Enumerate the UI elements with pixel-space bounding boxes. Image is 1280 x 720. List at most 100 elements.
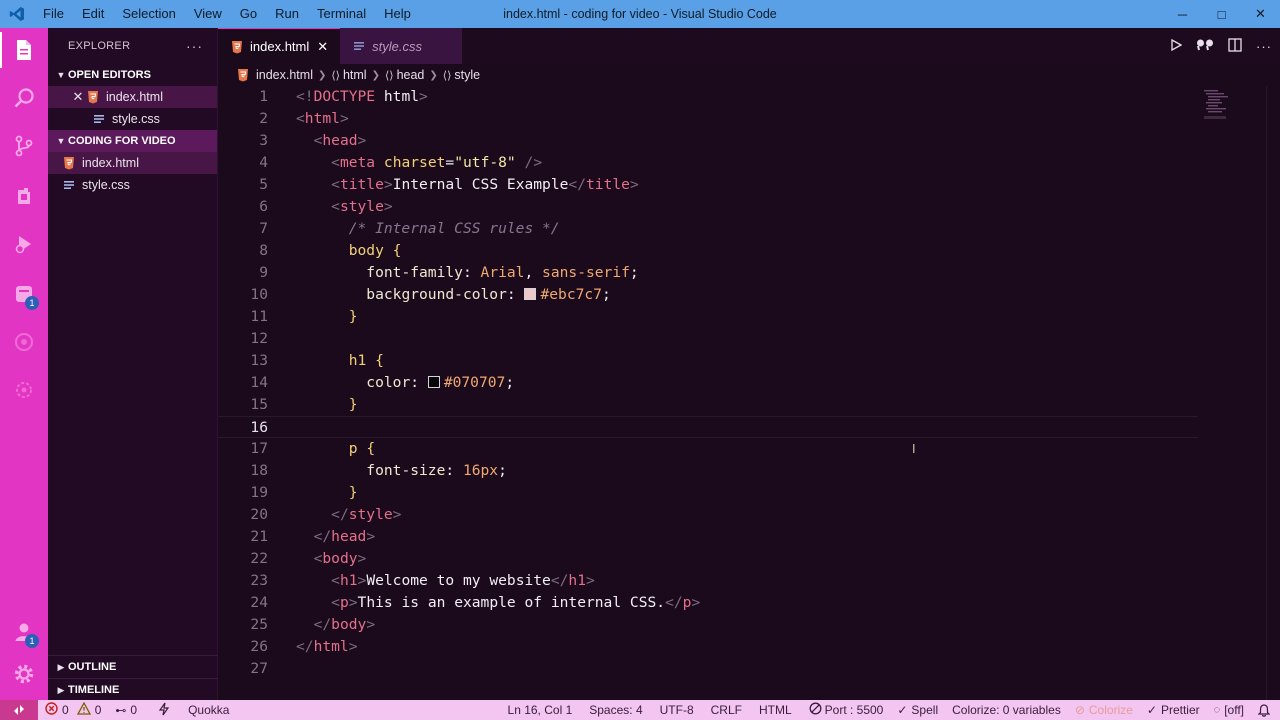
window-controls: ─ □ ✕ [1163, 0, 1280, 28]
code-text: h1 { [348, 352, 384, 369]
gear-icon[interactable] [0, 652, 48, 696]
timeline-section[interactable]: ▶ TIMELINE [48, 678, 218, 701]
code-line[interactable]: 21 </head> [218, 526, 1280, 548]
code-line[interactable]: 19 } [218, 482, 1280, 504]
code-line[interactable]: 25 </body> [218, 614, 1280, 636]
close-icon[interactable]: ✕ [70, 89, 86, 105]
off-label: [off] [1224, 703, 1244, 717]
code-line[interactable]: 12 [218, 328, 1280, 350]
source-control-icon[interactable] [0, 124, 48, 168]
code-line[interactable]: 15 } [218, 394, 1280, 416]
cursor-position[interactable]: Ln 16, Col 1 [501, 700, 580, 720]
open-editor-index-html[interactable]: ✕ index.html [48, 86, 217, 108]
code-line[interactable]: 6 <style> [218, 196, 1280, 218]
prettier-indicator[interactable]: ✓ Prettier [1140, 700, 1207, 720]
code-line[interactable]: 18 font-size: 16px; [218, 460, 1280, 482]
indentation[interactable]: Spaces: 4 [579, 700, 649, 720]
more-actions-icon[interactable]: ··· [1256, 39, 1272, 54]
workspace-section[interactable]: ▼ CODING FOR VIDEO [48, 130, 217, 152]
language-mode[interactable]: HTML [749, 700, 799, 720]
code-line[interactable]: 23 <h1>Welcome to my website</h1> [218, 570, 1280, 592]
code-line[interactable]: 27 [218, 658, 1280, 680]
remote-icon[interactable]: 1 [0, 272, 48, 316]
code-line[interactable]: 9 font-family: Arial, sans-serif; [218, 262, 1280, 284]
color-swatch[interactable] [524, 288, 537, 300]
code-editor[interactable]: I 1 <!DOCTYPE html> 2 <html> 3 <head> 4 <meta… [218, 86, 1280, 700]
code-line[interactable]: 5 <title>Internal CSS Example</title> [218, 174, 1280, 196]
split-editor-icon[interactable] [1228, 37, 1242, 55]
code-line[interactable]: 8 body { [218, 240, 1280, 262]
live-server-port[interactable]: Port : 5500 [799, 700, 891, 720]
run-icon[interactable] [1170, 38, 1183, 54]
code-line[interactable]: 2 <html> [218, 108, 1280, 130]
line-number: 2 [259, 110, 268, 127]
minimize-button[interactable]: ─ [1163, 0, 1202, 28]
breadcrumb-item[interactable]: html [343, 68, 367, 82]
code-line[interactable]: 20 </style> [218, 504, 1280, 526]
open-changes-icon[interactable] [1196, 38, 1214, 55]
line-number: 18 [250, 462, 268, 479]
run-debug-icon[interactable] [0, 222, 48, 266]
broadcast-toggle[interactable]: ◌ [off] [1207, 700, 1251, 720]
menu-run[interactable]: Run [266, 0, 308, 28]
breadcrumb-item[interactable]: style [454, 68, 480, 82]
code-line[interactable]: 10 background-color: #ebc7c7; [218, 284, 1280, 306]
more-actions-icon[interactable]: ··· [186, 38, 203, 54]
line-number: 15 [250, 396, 268, 413]
code-line[interactable]: 17 p { [218, 438, 1280, 460]
menu-file[interactable]: File [34, 0, 73, 28]
problems-indicator[interactable]: 0 0 [38, 700, 108, 720]
colorize-toggle[interactable]: ⊘ Colorize [1068, 700, 1140, 720]
end-of-line[interactable]: CRLF [701, 700, 749, 720]
code-line[interactable]: 1 <!DOCTYPE html> [218, 86, 1280, 108]
menu-selection[interactable]: Selection [113, 0, 184, 28]
remote-indicator[interactable] [0, 700, 38, 720]
extensions-icon[interactable] [0, 174, 48, 218]
code-line[interactable]: 7 /* Internal CSS rules */ [218, 218, 1280, 240]
quokka-indicator[interactable]: Quokka [144, 700, 236, 720]
testing-icon[interactable] [0, 368, 48, 412]
code-line[interactable]: 26 </html> [218, 636, 1280, 658]
accounts-icon[interactable]: 1 [0, 610, 48, 654]
code-line[interactable]: 13 h1 { [218, 350, 1280, 372]
encoding[interactable]: UTF-8 [650, 700, 701, 720]
close-window-button[interactable]: ✕ [1241, 0, 1280, 28]
close-icon[interactable]: ✕ [317, 39, 328, 55]
code-line[interactable]: 11 } [218, 306, 1280, 328]
menu-view[interactable]: View [185, 0, 231, 28]
tab-style-css[interactable]: style.css [340, 28, 463, 64]
code-line[interactable]: 4 <meta charset="utf-8" /> [218, 152, 1280, 174]
menu-help[interactable]: Help [375, 0, 420, 28]
code-text: font-size: 16px; [366, 462, 507, 479]
line-number: 25 [250, 616, 268, 633]
code-line[interactable]: 16 [218, 416, 1198, 438]
breadcrumb-item[interactable]: head [397, 68, 425, 82]
maximize-button[interactable]: □ [1202, 0, 1241, 28]
open-editors-section[interactable]: ▼ OPEN EDITORS [48, 64, 217, 86]
menu-terminal[interactable]: Terminal [308, 0, 375, 28]
color-swatch[interactable] [427, 376, 440, 388]
colorize-variables[interactable]: Colorize: 0 variables [945, 700, 1068, 720]
live-share-icon[interactable] [0, 320, 48, 364]
code-line[interactable]: 3 <head> [218, 130, 1280, 152]
notifications-icon[interactable] [1251, 700, 1280, 720]
code-text: <html> [296, 110, 349, 127]
ports-indicator[interactable]: ⊷ 0 [108, 700, 144, 720]
code-line[interactable]: 22 <body> [218, 548, 1280, 570]
spell-check[interactable]: ✓ Spell [890, 700, 945, 720]
menu-go[interactable]: Go [231, 0, 266, 28]
tab-index-html[interactable]: index.html ✕ [218, 28, 341, 64]
code-line[interactable]: 14 color: #070707; [218, 372, 1280, 394]
code-text: } [348, 396, 358, 413]
menu-edit[interactable]: Edit [73, 0, 113, 28]
explorer-icon[interactable] [0, 28, 48, 72]
open-editor-style-css[interactable]: style.css [48, 108, 217, 130]
breadcrumb-item[interactable]: index.html [256, 68, 313, 82]
explorer-title: EXPLORER [68, 40, 131, 52]
file-style-css[interactable]: style.css [48, 174, 217, 196]
code-line[interactable]: 24 <p>This is an example of internal CSS… [218, 592, 1280, 614]
file-index-html[interactable]: index.html [48, 152, 217, 174]
spell-label: Spell [911, 703, 939, 717]
search-icon[interactable] [0, 76, 48, 120]
outline-section[interactable]: ▶ OUTLINE [48, 655, 218, 678]
